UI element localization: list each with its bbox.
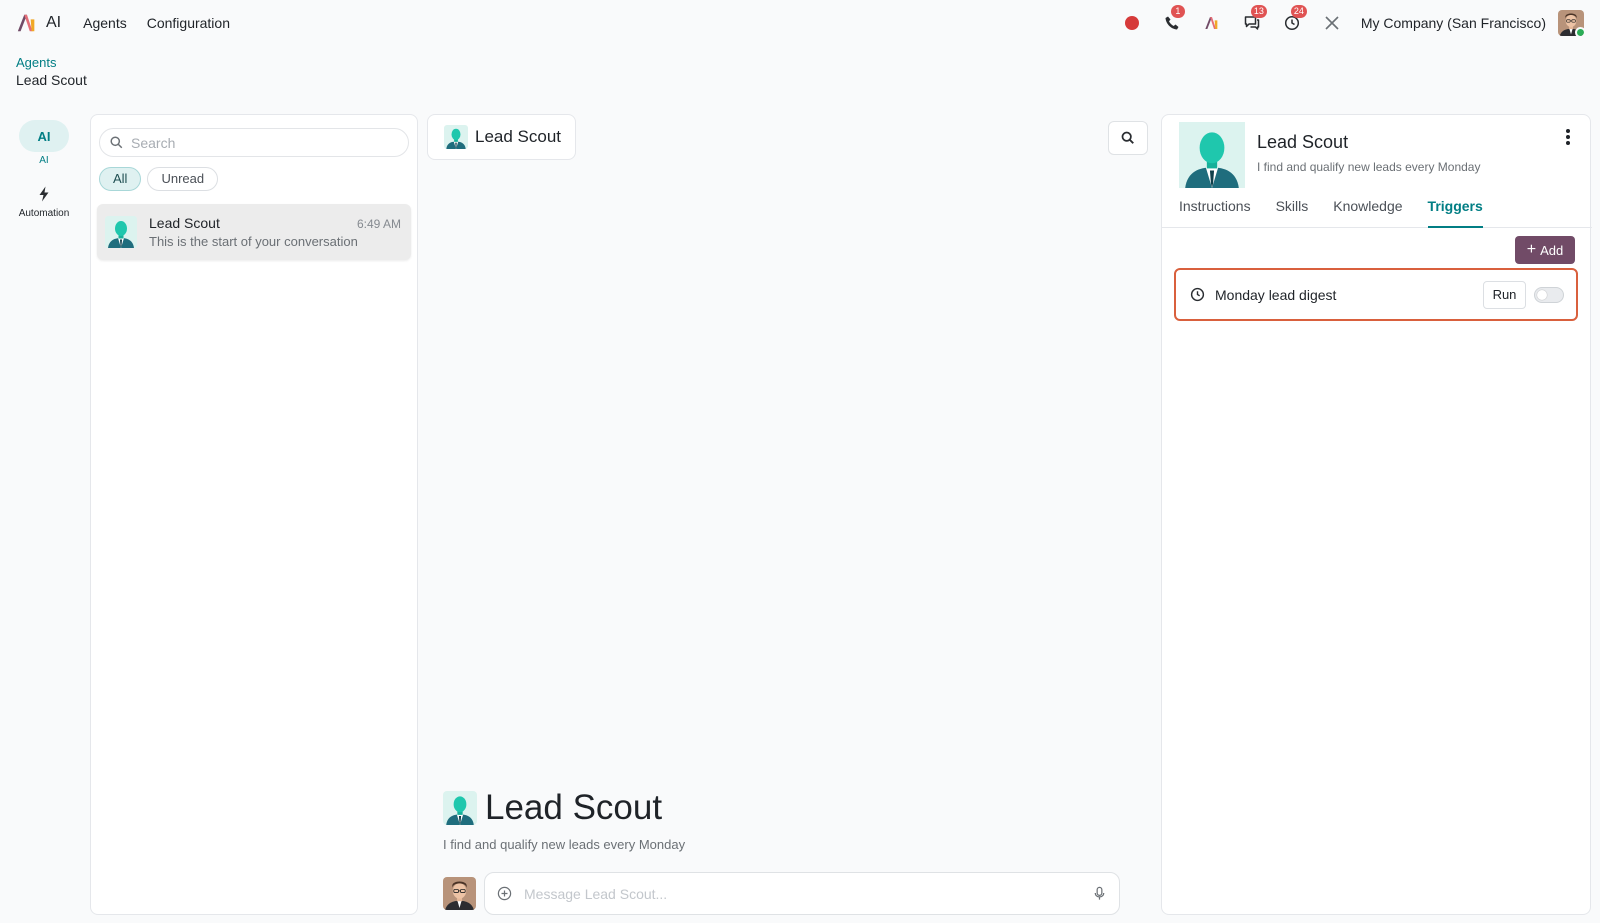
composer-box[interactable] [484,872,1120,915]
chat-search-button[interactable] [1108,121,1148,155]
company-switcher[interactable]: My Company (San Francisco) [1361,15,1546,31]
conversation-name: Lead Scout [149,215,220,231]
conversation-preview: This is the start of your conversation [149,234,358,249]
agent-avatar [443,791,477,825]
add-trigger-button[interactable]: + Add [1515,236,1575,264]
conversations-panel: All Unread Lead Scout 6:49 AM This is th… [90,114,418,915]
agent-detail-panel: Lead Scout I find and qualify new leads … [1161,114,1592,915]
ai-systray-icon[interactable] [1203,14,1221,32]
nav-configuration[interactable]: Configuration [147,15,230,31]
add-trigger-label: Add [1540,242,1564,258]
systray: 1 13 24 My Company (San Francisco) [1101,5,1584,36]
toggle-knob [1537,289,1547,300]
agent-description: I find and qualify new leads every Monda… [1257,160,1481,174]
chat-title: Lead Scout [475,127,562,146]
chat-intro-name: Lead Scout [485,788,663,827]
conversation-time: 6:49 AM [356,217,401,231]
messages-badge: 13 [1250,5,1267,18]
more-options-icon[interactable] [1563,128,1573,146]
filter-all[interactable]: All [99,167,142,191]
tools-icon[interactable] [1323,14,1341,32]
chat-intro-description: I find and qualify new leads every Monda… [443,837,686,852]
recording-status-icon[interactable] [1123,14,1141,32]
tab-instructions[interactable]: Instructions [1179,195,1251,228]
chat-header: Lead Scout [427,114,577,160]
search-input[interactable] [131,134,381,151]
activities-clock-icon[interactable]: 24 [1283,5,1307,32]
left-rail: AI AI Automation [0,120,88,219]
agent-tabs: Instructions Skills Knowledge Triggers [1162,195,1592,228]
rail-item-ai[interactable]: AI AI [0,120,88,166]
run-trigger-button[interactable]: Run [1483,280,1526,309]
tab-triggers[interactable]: Triggers [1427,195,1483,228]
search-icon [110,136,123,149]
trigger-enable-toggle[interactable] [1534,286,1564,303]
phone-badge: 1 [1170,5,1185,18]
user-avatar [443,877,476,910]
breadcrumb-agents-link[interactable]: Agents [16,55,87,70]
breadcrumb-current: Lead Scout [16,72,87,88]
app-name[interactable]: AI [46,14,61,32]
messages-icon[interactable]: 13 [1243,5,1267,32]
phone-icon[interactable]: 1 [1163,5,1185,32]
filter-unread[interactable]: Unread [147,167,219,191]
search-icon [1121,131,1134,144]
conversation-item-lead-scout[interactable]: Lead Scout 6:49 AM This is the start of … [97,204,411,260]
agent-avatar [105,216,137,248]
ai-app-logo-icon[interactable] [16,12,38,34]
conversation-filters: All Unread [99,167,224,191]
trigger-name: Monday lead digest [1215,286,1337,303]
message-input[interactable] [524,885,1092,902]
agent-name: Lead Scout [1257,132,1349,152]
tab-knowledge[interactable]: Knowledge [1333,195,1402,228]
trigger-item: Monday lead digest Run [1174,268,1578,321]
agent-avatar [444,125,468,149]
rail-item-automation[interactable]: Automation [0,186,88,219]
top-navbar: AI Agents Configuration 1 13 24 My Compa… [0,0,1600,46]
message-composer [443,872,1120,915]
plus-icon: + [1526,241,1537,258]
tab-skills[interactable]: Skills [1276,195,1309,228]
activities-badge: 24 [1290,5,1307,18]
user-avatar[interactable] [1558,10,1584,36]
conversation-search[interactable] [99,128,409,157]
clock-icon [1190,287,1205,302]
breadcrumb: Agents Lead Scout [16,55,87,88]
rail-automation-label: Automation [18,208,70,219]
agent-avatar [1179,122,1245,188]
online-status-icon [1575,27,1584,36]
rail-ai-pill: AI [19,120,69,152]
chat-intro: Lead Scout I find and qualify new leads … [443,790,685,852]
nav-agents[interactable]: Agents [83,15,127,31]
lightning-bolt-icon [39,186,49,202]
rail-ai-label: AI [39,155,49,166]
add-attachment-icon[interactable] [497,886,512,901]
microphone-icon[interactable] [1092,886,1107,901]
